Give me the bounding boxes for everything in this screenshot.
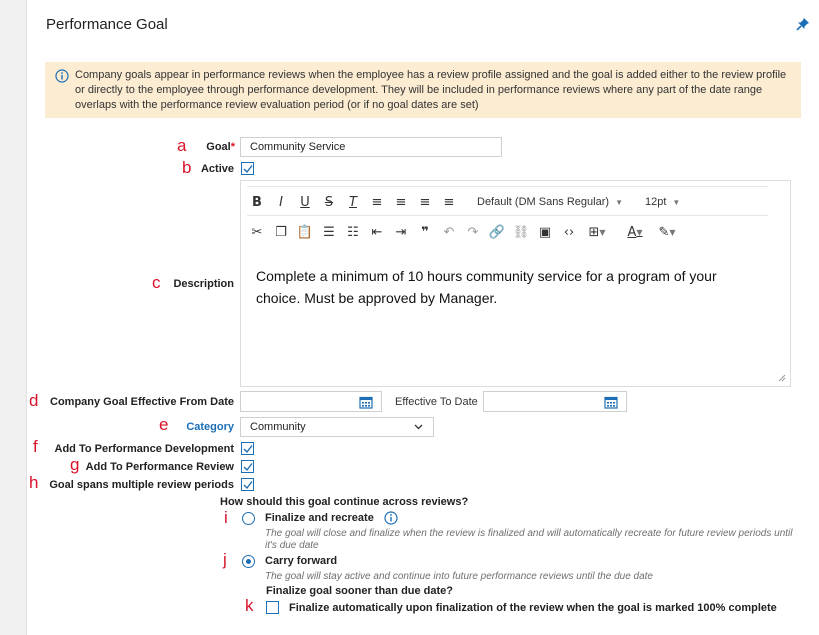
info-icon[interactable] (384, 511, 398, 525)
underline-icon[interactable]: U (295, 192, 315, 212)
unlink-icon[interactable]: ⛓ (511, 222, 531, 242)
highlight-icon[interactable]: ✎ ▼ (653, 222, 681, 242)
toolbar-divider (247, 186, 768, 187)
carry-forward-radio[interactable] (242, 555, 255, 568)
category-label[interactable]: Category (167, 421, 234, 433)
chevron-down-icon: ▼ (672, 197, 681, 207)
editor-content[interactable]: Complete a minimum of 10 hours community… (256, 265, 756, 309)
editor-toolbar: B I U S T ≡ ≡ ≡ ≡ Default (DM Sans Regul… (241, 181, 790, 251)
info-icon (55, 69, 69, 83)
active-checkbox[interactable] (241, 162, 254, 175)
align-right-icon[interactable]: ≡ (415, 192, 435, 212)
radio-selected-dot (246, 559, 251, 564)
marker-k: k (245, 596, 254, 615)
info-text: Company goals appear in performance revi… (75, 69, 787, 111)
marker-j: j (223, 550, 227, 569)
carry-forward-title: Carry forward (265, 555, 338, 567)
effective-to-input[interactable] (483, 391, 627, 412)
check-icon (243, 463, 253, 472)
description-editor[interactable]: B I U S T ≡ ≡ ≡ ≡ Default (DM Sans Regul… (240, 180, 791, 387)
align-justify-icon[interactable]: ≡ (439, 192, 459, 212)
add-development-checkbox[interactable] (241, 442, 254, 455)
font-family-value: Default (DM Sans Regular) (477, 196, 610, 208)
spans-multiple-checkbox[interactable] (241, 478, 254, 491)
finalize-recreate-title: Finalize and recreate (265, 512, 374, 524)
spans-multiple-label: Goal spans multiple review periods (49, 479, 234, 491)
required-mark: * (230, 141, 235, 153)
align-left-icon[interactable]: ≡ (367, 192, 387, 212)
paste-icon[interactable]: 📋 (295, 222, 315, 242)
bold-icon[interactable]: B (247, 192, 267, 212)
effective-to-label: Effective To Date (395, 396, 478, 408)
italic-icon[interactable]: I (271, 192, 291, 212)
redo-icon[interactable]: ↷ (463, 222, 483, 242)
numbered-list-icon[interactable]: ☷ (343, 222, 363, 242)
calendar-icon[interactable] (359, 395, 373, 409)
continuation-question: How should this goal continue across rev… (220, 496, 469, 508)
finalize-recreate-radio[interactable] (242, 512, 255, 525)
add-development-label: Add To Performance Development (54, 443, 235, 455)
panel-title: Performance Goal (46, 16, 168, 33)
marker-f: f (33, 437, 38, 456)
undo-icon[interactable]: ↶ (439, 222, 459, 242)
calendar-icon[interactable] (604, 395, 618, 409)
check-icon (243, 445, 253, 454)
align-center-icon[interactable]: ≡ (391, 192, 411, 212)
category-select[interactable]: Community (240, 417, 434, 437)
goal-input[interactable]: Community Service (240, 137, 502, 157)
link-icon[interactable]: 🔗 (487, 222, 507, 242)
indent-icon[interactable]: ⇥ (391, 222, 411, 242)
add-review-label: Add To Performance Review (85, 461, 234, 473)
bullet-list-icon[interactable]: ☰ (319, 222, 339, 242)
font-size-select[interactable]: 12pt ▼ (645, 196, 680, 208)
outdent-icon[interactable]: ⇤ (367, 222, 387, 242)
finalize-sooner-question: Finalize goal sooner than due date? (266, 585, 454, 597)
performance-goal-panel: Performance Goal Company goals appear in… (26, 0, 819, 635)
resize-grip-icon[interactable] (778, 374, 786, 382)
marker-i: i (224, 508, 228, 527)
font-size-value: 12pt (644, 196, 667, 208)
active-label: Active (200, 163, 234, 175)
goal-label: Goal* (177, 141, 235, 153)
toolbar-row-1: B I U S T ≡ ≡ ≡ ≡ Default (DM Sans Regul… (247, 189, 680, 215)
finalize-automatically-checkbox[interactable] (266, 601, 279, 614)
copy-icon[interactable]: ❐ (271, 222, 291, 242)
source-code-icon[interactable]: ‹› (559, 222, 579, 242)
cut-icon[interactable]: ✂ (247, 222, 267, 242)
chevron-down-icon: ▼ (615, 197, 623, 207)
strikethrough-icon[interactable]: S (319, 192, 339, 212)
collapse-pin-icon[interactable] (795, 16, 811, 32)
info-banner: Company goals appear in performance revi… (45, 62, 801, 118)
effective-from-input[interactable] (240, 391, 382, 412)
effective-from-label: Company Goal Effective From Date (50, 396, 234, 408)
description-label: Description (173, 278, 234, 290)
marker-d: d (29, 391, 39, 410)
toolbar-row-2: ✂ ❐ 📋 ☰ ☷ ⇤ ⇥ ❞ ↶ ↷ 🔗 ⛓ ▣ ‹› ⊞ ▼ A ▼ ✎ ▼ (247, 219, 685, 245)
category-value: Community (250, 421, 306, 433)
font-family-select[interactable]: Default (DM Sans Regular) ▼ (477, 196, 623, 208)
carry-forward-description: The goal will stay active and continue i… (265, 571, 653, 582)
blockquote-icon[interactable]: ❞ (415, 222, 435, 242)
clear-format-icon[interactable]: T (343, 192, 363, 212)
marker-h: h (29, 473, 39, 492)
add-review-checkbox[interactable] (241, 460, 254, 473)
finalize-automatically-label: Finalize automatically upon finalization… (289, 602, 777, 614)
text-color-icon[interactable]: A ▼ (621, 222, 649, 242)
table-icon[interactable]: ⊞ ▼ (583, 222, 611, 242)
chevron-down-icon (414, 424, 423, 430)
image-icon[interactable]: ▣ (535, 222, 555, 242)
finalize-recreate-description: The goal will close and finalize when th… (265, 528, 793, 551)
check-icon (243, 481, 253, 490)
check-icon (243, 165, 253, 174)
goal-label-text: Goal (206, 141, 231, 153)
toolbar-divider (247, 215, 768, 216)
